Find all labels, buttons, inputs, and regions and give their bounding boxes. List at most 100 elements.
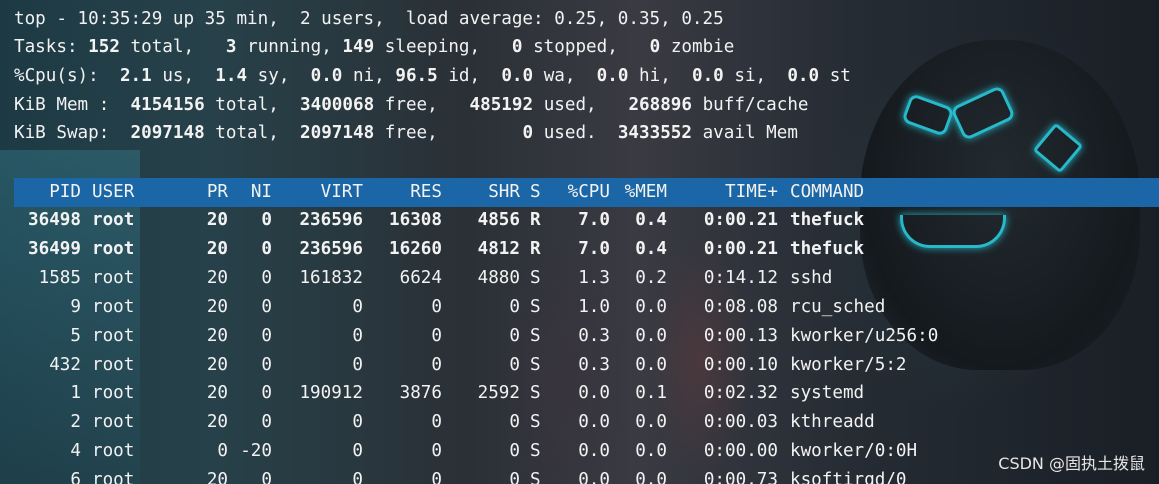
swap-used-label: used. <box>543 123 597 143</box>
pid-cell: 9 <box>70 297 81 317</box>
swap-total: 2097148 <box>130 123 205 143</box>
pr-cell: 20 <box>206 355 228 375</box>
user-cell: root <box>92 297 135 317</box>
swap-total-label: total, <box>215 123 279 143</box>
mem-buff-label: buff/cache <box>702 95 809 115</box>
ni-cell: -20 <box>240 441 272 461</box>
pid-cell: 2 <box>70 412 81 432</box>
mem-cell: 0.1 <box>635 383 667 403</box>
pr-cell: 20 <box>206 268 228 288</box>
command-cell: thefuck <box>790 239 865 259</box>
shr-cell: 0 <box>509 297 520 317</box>
cpu-sy: 1.4 <box>215 66 248 86</box>
mem-label: KiB Mem : <box>14 95 110 115</box>
pid-cell: 36499 <box>28 239 81 259</box>
pid-cell: 5 <box>70 326 81 346</box>
shr-cell: 0 <box>509 441 520 461</box>
tasks-sleeping-label: sleeping, <box>384 37 481 57</box>
virt-cell: 190912 <box>299 383 363 403</box>
state-header: S <box>530 182 541 202</box>
swap-line: KiB Swap: 2097148 total, 2097148 free, 0… <box>14 119 798 147</box>
time-cell: 0:08.08 <box>703 297 778 317</box>
pid-cell: 1 <box>70 383 81 403</box>
state-cell: R <box>530 210 541 230</box>
mem-cell: 0.0 <box>635 441 667 461</box>
cpu-st-label: st <box>829 66 851 86</box>
pid-cell: 4 <box>70 441 81 461</box>
cpu-us: 2.1 <box>119 66 152 86</box>
virt-cell: 0 <box>352 355 363 375</box>
command-cell: kworker/5:2 <box>790 355 907 375</box>
terminal-window[interactable]: top - 10:35:29 up 35 min, 2 users, load … <box>0 0 1159 484</box>
shr-cell: 2592 <box>477 383 520 403</box>
res-cell: 0 <box>431 470 442 484</box>
cpu-cell: 0.0 <box>578 412 610 432</box>
virt-cell: 0 <box>352 297 363 317</box>
virt-cell: 0 <box>352 326 363 346</box>
mem-used: 485192 <box>469 95 534 115</box>
res-cell: 3876 <box>399 383 442 403</box>
pr-cell: 20 <box>206 326 228 346</box>
state-cell: S <box>530 297 541 317</box>
cpu-cell: 7.0 <box>578 210 610 230</box>
cpu-si-label: si, <box>734 66 767 86</box>
command-cell: rcu_sched <box>790 297 886 317</box>
pid-cell: 6 <box>70 470 81 484</box>
command-cell: systemd <box>790 383 865 403</box>
res-cell: 0 <box>431 355 442 375</box>
cpu-cell: 1.0 <box>578 297 610 317</box>
pr-cell: 0 <box>217 441 228 461</box>
shr-cell: 4856 <box>477 210 520 230</box>
cpu-hi: 0.0 <box>596 66 629 86</box>
ni-cell: 0 <box>261 355 272 375</box>
pr-cell: 20 <box>206 412 228 432</box>
command-cell: kworker/0:0H <box>790 441 918 461</box>
user-cell: root <box>92 470 135 484</box>
pid-cell: 432 <box>49 355 81 375</box>
mem-free: 3400068 <box>300 95 375 115</box>
cpu-line: %Cpu(s): 2.1 us, 1.4 sy, 0.0 ni, 96.5 id… <box>14 62 851 90</box>
cpu-header: %CPU <box>567 182 610 202</box>
time-cell: 0:02.32 <box>703 383 778 403</box>
swap-free: 2097148 <box>300 123 375 143</box>
cpu-cell: 0.3 <box>578 355 610 375</box>
tasks-zombie: 0 <box>649 37 661 57</box>
swap-avail-label: avail Mem <box>702 123 798 143</box>
shr-cell: 0 <box>509 470 520 484</box>
swap-label: KiB Swap: <box>14 123 110 143</box>
mem-cell: 0.0 <box>635 412 667 432</box>
pid-cell: 36498 <box>28 210 81 230</box>
mem-cell: 0.4 <box>635 210 667 230</box>
user-cell: root <box>92 441 135 461</box>
shr-cell: 4812 <box>477 239 520 259</box>
virt-cell: 0 <box>352 441 363 461</box>
pid-cell: 1585 <box>38 268 81 288</box>
ni-cell: 0 <box>261 412 272 432</box>
cpu-wa: 0.0 <box>501 66 534 86</box>
pid-header: PID <box>49 182 81 202</box>
shr-cell: 4880 <box>477 268 520 288</box>
tasks-running: 3 <box>225 37 237 57</box>
command-cell: kworker/u256:0 <box>790 326 939 346</box>
user-cell: root <box>92 268 135 288</box>
ni-cell: 0 <box>261 239 272 259</box>
time-cell: 0:14.12 <box>703 268 778 288</box>
cpu-label: %Cpu(s): <box>14 66 99 86</box>
mem-header: %MEM <box>624 182 667 202</box>
pr-cell: 20 <box>206 383 228 403</box>
cpu-cell: 0.0 <box>578 470 610 484</box>
time-cell: 0:00.03 <box>703 412 778 432</box>
user-cell: root <box>92 412 135 432</box>
state-cell: S <box>530 268 541 288</box>
ni-cell: 0 <box>261 470 272 484</box>
time-cell: 0:00.00 <box>703 441 778 461</box>
cpu-ni: 0.0 <box>310 66 343 86</box>
res-cell: 0 <box>431 441 442 461</box>
res-header: RES <box>410 182 442 202</box>
pr-header: PR <box>206 182 228 202</box>
mem-cell: 0.0 <box>635 326 667 346</box>
cpu-wa-label: wa, <box>543 66 576 86</box>
user-cell: root <box>92 326 135 346</box>
ni-cell: 0 <box>261 210 272 230</box>
command-cell: thefuck <box>790 210 865 230</box>
